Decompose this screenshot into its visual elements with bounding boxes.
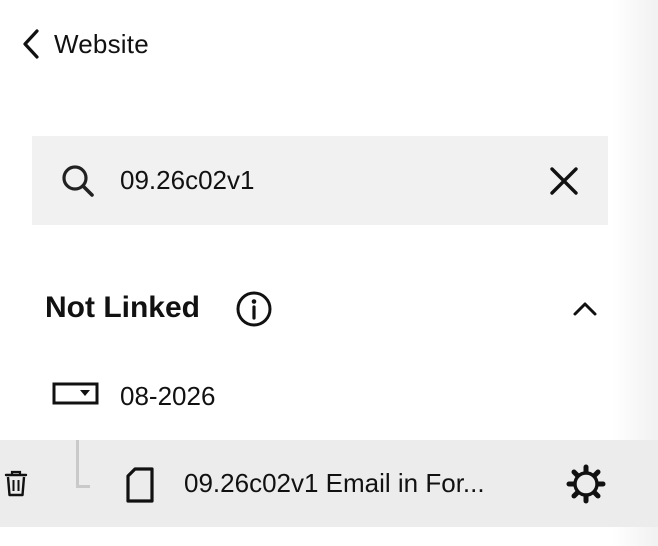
search-bar <box>32 136 608 225</box>
page-label: 09.26c02v1 Email in For... <box>184 468 485 498</box>
folder-item[interactable]: 08-2026 <box>52 372 215 420</box>
back-label: Website <box>54 28 149 59</box>
page-icon <box>124 466 156 509</box>
close-icon <box>550 167 578 195</box>
folder-dropdown-icon <box>52 379 100 414</box>
trash-icon[interactable] <box>4 470 28 503</box>
info-icon[interactable] <box>235 290 273 333</box>
collapse-section-button[interactable] <box>569 294 601 322</box>
folder-label: 08-2026 <box>120 380 216 411</box>
chevron-left-icon <box>20 27 42 61</box>
clear-search-button[interactable] <box>546 163 582 199</box>
page-item[interactable]: 09.26c02v1 Email in For... <box>0 440 658 527</box>
back-button[interactable]: Website <box>20 26 149 62</box>
gear-icon[interactable] <box>566 464 606 509</box>
chevron-up-icon <box>573 302 597 316</box>
not-linked-section-header: Not Linked <box>45 284 605 332</box>
search-icon <box>60 163 96 204</box>
tree-connector <box>76 440 90 488</box>
section-title: Not Linked <box>45 291 200 324</box>
search-input[interactable] <box>120 156 520 204</box>
